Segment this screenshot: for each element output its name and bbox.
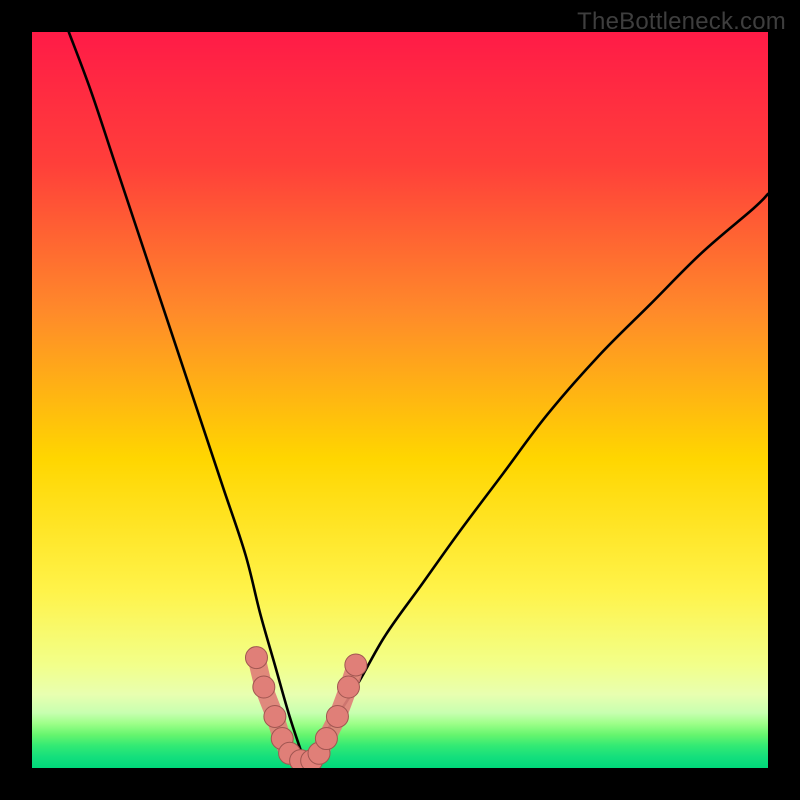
marker-point [337,676,359,698]
marker-point [315,728,337,750]
marker-point [264,705,286,727]
watermark-text: TheBottleneck.com [577,8,786,36]
chart-container: TheBottleneck.com [0,0,800,800]
marker-point [345,654,367,676]
marker-point [245,647,267,669]
plot-area [32,32,768,768]
chart-svg [32,32,768,768]
marker-point [253,676,275,698]
marker-point [326,705,348,727]
gradient-background [32,32,768,768]
